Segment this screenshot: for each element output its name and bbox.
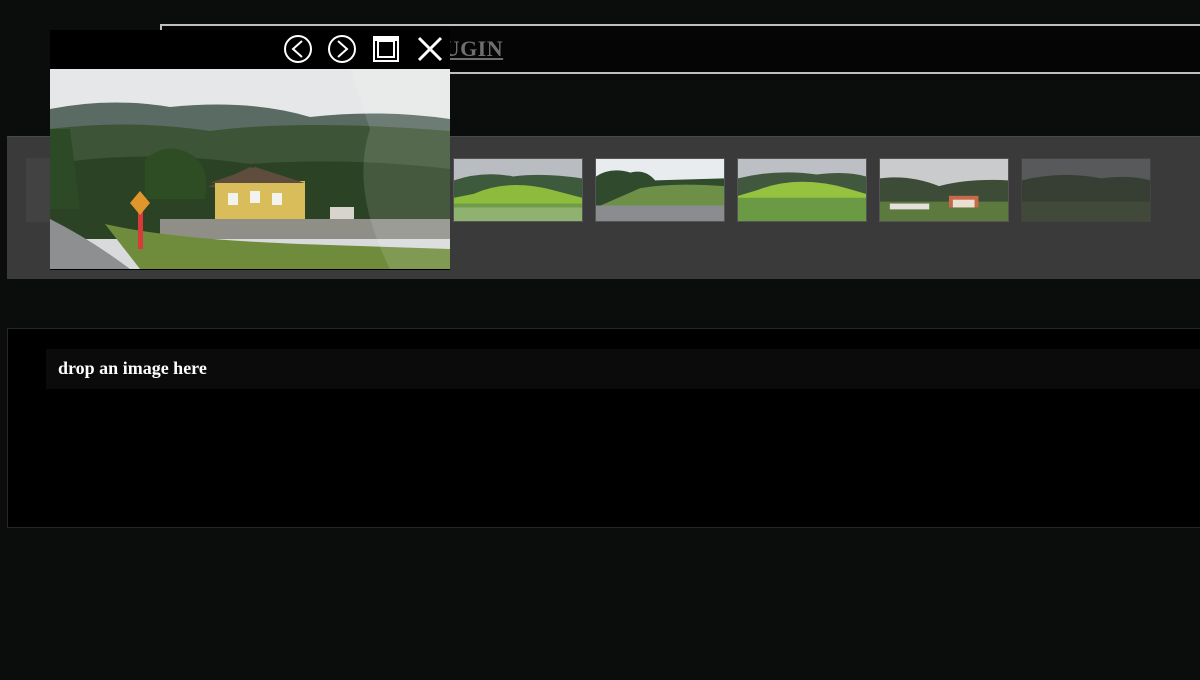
thumb-hills-meadow[interactable]: [453, 158, 583, 222]
preview-controls: [282, 32, 458, 66]
drop-zone[interactable]: drop an image here: [7, 328, 1200, 528]
thumb-faded-right[interactable]: [1021, 158, 1151, 222]
image-preview-popup: [50, 30, 450, 270]
thumb-ghost-left[interactable]: [26, 158, 52, 222]
thumb-village-houses[interactable]: [879, 158, 1009, 222]
close-icon[interactable]: [414, 33, 446, 65]
window-icon[interactable]: [370, 33, 402, 65]
page: JQUERY GALLERY PLUGIN: [0, 0, 1200, 680]
prev-icon[interactable]: [282, 33, 314, 65]
thumb-green-hill[interactable]: [737, 158, 867, 222]
drop-zone-label-bar: drop an image here: [46, 349, 1200, 389]
next-icon[interactable]: [326, 33, 358, 65]
drop-zone-label: drop an image here: [58, 358, 207, 378]
thumb-road-trees[interactable]: [595, 158, 725, 222]
preview-image[interactable]: [50, 69, 450, 269]
